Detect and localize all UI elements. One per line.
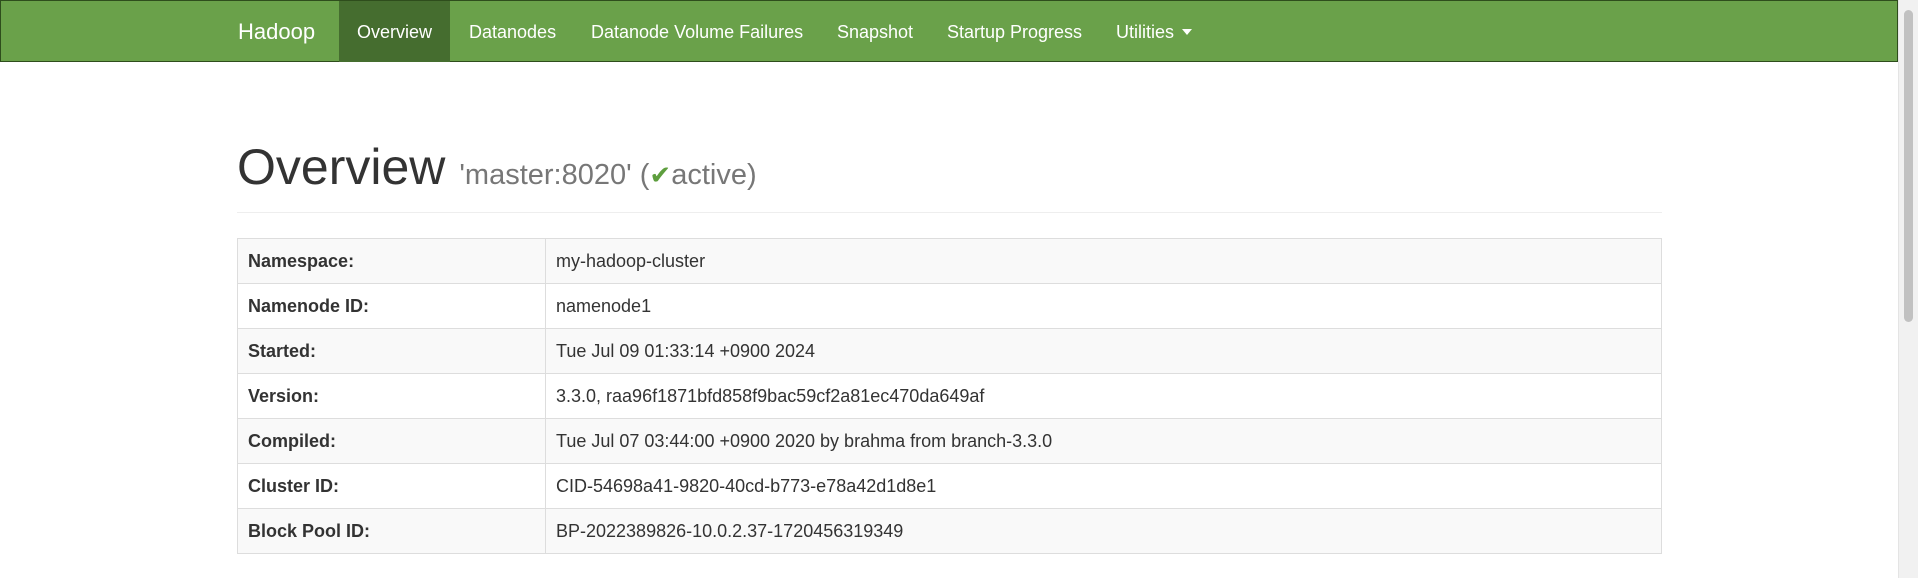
table-row: Namespace: my-hadoop-cluster bbox=[237, 238, 1662, 284]
table-row: Version: 3.3.0, raa96f1871bfd858f9bac59c… bbox=[237, 373, 1662, 419]
row-label: Compiled: bbox=[237, 418, 546, 464]
status-text: active bbox=[671, 159, 747, 191]
brand-link[interactable]: Hadoop bbox=[238, 1, 315, 63]
row-value: Tue Jul 07 03:44:00 +0900 2020 by brahma… bbox=[545, 418, 1662, 464]
row-value: namenode1 bbox=[545, 283, 1662, 329]
table-row: Cluster ID: CID-54698a41-9820-40cd-b773-… bbox=[237, 463, 1662, 509]
row-value: Tue Jul 09 01:33:14 +0900 2024 bbox=[545, 328, 1662, 374]
scrollbar-thumb[interactable] bbox=[1904, 10, 1913, 322]
table-row: Namenode ID: namenode1 bbox=[237, 283, 1662, 329]
namenode-host: 'master:8020' bbox=[459, 159, 632, 191]
header-divider bbox=[237, 212, 1662, 213]
nav-datanodes[interactable]: Datanodes bbox=[469, 1, 556, 62]
nav-startup-progress[interactable]: Startup Progress bbox=[947, 1, 1082, 62]
page-title: Overview bbox=[237, 139, 446, 195]
nav-overview[interactable]: Overview bbox=[339, 1, 450, 62]
page-header: Overview 'master:8020' (✔active) bbox=[237, 138, 757, 196]
checkmark-icon: ✔ bbox=[649, 160, 672, 190]
table-row: Block Pool ID: BP-2022389826-10.0.2.37-1… bbox=[237, 508, 1662, 554]
row-value: 3.3.0, raa96f1871bfd858f9bac59cf2a81ec47… bbox=[545, 373, 1662, 419]
row-label: Namenode ID: bbox=[237, 283, 546, 329]
row-label: Namespace: bbox=[237, 238, 546, 284]
nav-utilities-dropdown[interactable]: Utilities bbox=[1116, 1, 1193, 62]
nav-utilities-label: Utilities bbox=[1116, 22, 1175, 42]
nav-datanode-volume-failures[interactable]: Datanode Volume Failures bbox=[591, 1, 803, 62]
row-label: Block Pool ID: bbox=[237, 508, 546, 554]
row-label: Version: bbox=[237, 373, 546, 419]
nav-snapshot[interactable]: Snapshot bbox=[837, 1, 913, 62]
row-value: CID-54698a41-9820-40cd-b773-e78a42d1d8e1 bbox=[545, 463, 1662, 509]
status-open-paren: ( bbox=[639, 159, 650, 191]
table-row: Started: Tue Jul 09 01:33:14 +0900 2024 bbox=[237, 328, 1662, 374]
row-value: my-hadoop-cluster bbox=[545, 238, 1662, 284]
status-close-paren: ) bbox=[746, 159, 757, 191]
top-navbar: Hadoop Overview Datanodes Datanode Volum… bbox=[0, 0, 1898, 62]
vertical-scrollbar[interactable] bbox=[1898, 0, 1918, 578]
row-label: Cluster ID: bbox=[237, 463, 546, 509]
caret-down-icon bbox=[1182, 29, 1193, 36]
row-label: Started: bbox=[237, 328, 546, 374]
page-subtitle: 'master:8020' (✔active) bbox=[459, 159, 756, 191]
overview-info-table: Namespace: my-hadoop-cluster Namenode ID… bbox=[237, 238, 1662, 554]
table-row: Compiled: Tue Jul 07 03:44:00 +0900 2020… bbox=[237, 418, 1662, 464]
row-value: BP-2022389826-10.0.2.37-1720456319349 bbox=[545, 508, 1662, 554]
